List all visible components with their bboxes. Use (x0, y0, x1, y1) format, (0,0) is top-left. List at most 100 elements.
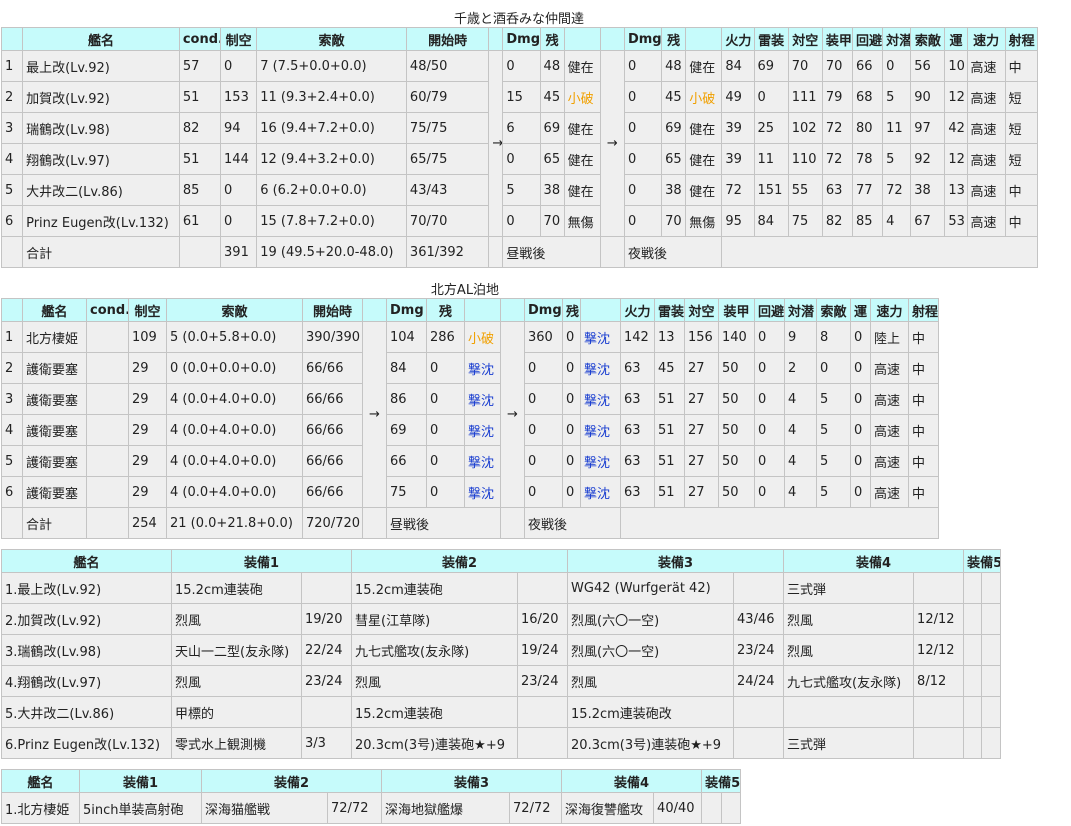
table-cell: 42 (944, 112, 968, 144)
table-cell: 0 (502, 205, 541, 237)
column-header: 火力 (620, 298, 655, 322)
table-cell: 4 (882, 205, 912, 237)
table-cell: 0 (623, 81, 663, 113)
table-cell: 烈風 (783, 634, 915, 666)
table-cell: 高速 (870, 352, 909, 384)
table-cell: 6.Prinz Eugen改(Lv.132) (1, 727, 172, 759)
table-cell (963, 634, 983, 666)
table-cell: 烈風 (351, 665, 519, 697)
table-cell: 50 (718, 383, 755, 415)
table-cell: 27 (684, 445, 719, 477)
column-header: 回避 (754, 298, 785, 322)
table-cell (981, 696, 1002, 728)
table-cell: 111 (787, 81, 823, 113)
table-cell: 38 (910, 174, 946, 206)
table-cell: 0 (562, 321, 581, 353)
column-header: 残 (661, 27, 687, 51)
table-cell: 烈風 (783, 603, 915, 635)
table-cell: 5inch単装高射砲 (79, 792, 202, 824)
table-cell: 144 (220, 143, 258, 175)
column-header: 制空 (128, 298, 167, 322)
table-cell: 66/66 (302, 383, 363, 415)
table-cell: 286 (426, 321, 465, 353)
table-cell: 5 (816, 383, 851, 415)
column-header: 速力 (966, 27, 1006, 51)
table-cell: 7 (7.5+0.0+0.0) (256, 50, 407, 82)
total-hp: 720/720 (302, 507, 363, 539)
table-row: 1 最上改(Lv.92) 57 0 7 (7.5+0.0+0.0) 48/50 → 0 48 健在… (0, 50, 1039, 237)
table-cell: 79 (821, 81, 853, 113)
column-header: 残 (539, 27, 565, 51)
status-cell: 健在 (685, 112, 723, 144)
status-cell: 撃沈 (464, 352, 501, 384)
table-cell: 69 (539, 112, 565, 144)
table-cell: 27 (684, 476, 719, 508)
table-cell (300, 696, 353, 728)
column-header: 運 (944, 27, 968, 51)
table-cell: 0 (754, 321, 785, 353)
table-cell: 1 (0, 50, 24, 82)
arrow-icon: → (500, 321, 525, 508)
table-cell: 15.2cm連装砲 (351, 696, 519, 728)
table-cell: 51 (178, 81, 222, 113)
table-row: 4 護衛要塞 29 4 (0.0+4.0+0.0) 66/66 69 0 撃沈 0 0 撃沈 63 51… (1, 414, 939, 446)
fleet1-caption: 千歳と酒呑みな仲間達 (453, 12, 584, 27)
table-cell: 高速 (966, 205, 1006, 237)
table-cell: 北方棲姫 (22, 321, 87, 353)
table-cell: 0 (426, 414, 465, 446)
table-cell: 高速 (966, 81, 1006, 113)
table-cell: 高速 (870, 445, 909, 477)
table-cell: 0 (524, 352, 563, 384)
table-cell: 4 (0.0+4.0+0.0) (166, 414, 303, 446)
table-cell: 65 (539, 143, 565, 175)
table-cell: 6 (0, 205, 24, 237)
table-cell: 九七式艦攻(友永隊) (351, 634, 519, 666)
table-cell: 69 (753, 50, 789, 82)
table-cell: 0 (562, 476, 581, 508)
table-cell: 中 (908, 352, 939, 384)
table-cell (517, 696, 569, 728)
column-header: 残 (426, 298, 465, 322)
table-cell: 63 (821, 174, 853, 206)
table-cell: 15.2cm連装砲改 (567, 696, 735, 728)
column-header: 雷装 (753, 27, 789, 51)
table-cell: 29 (128, 414, 167, 446)
table-cell: 0 (426, 383, 465, 415)
table-cell (963, 572, 983, 604)
table-row: 2 加賀改(Lv.92) 51 153 11 (9.3+2.4+0.0) 60/79 15 4… (0, 81, 1039, 113)
table-cell (362, 507, 387, 539)
table-cell: 1.北方棲姫 (1, 792, 80, 824)
table-cell: 4 (784, 445, 817, 477)
column-header: Dmg (386, 298, 427, 322)
table-cell: 12/12 (913, 634, 965, 666)
table-cell: 48 (661, 50, 687, 82)
status-cell: 撃沈 (464, 476, 501, 508)
column-header: 対空 (787, 27, 823, 51)
table-cell: WG42 (Wurfgerät 42) (567, 572, 735, 604)
table-cell: 加賀改(Lv.92) (22, 81, 180, 113)
table-row: 2 護衛要塞 29 0 (0.0+0.0+0.0) 66/66 84 0 撃沈 0 0 撃沈 63 45… (1, 352, 939, 384)
table-cell: 護衛要塞 (22, 476, 87, 508)
table-cell: 75 (787, 205, 823, 237)
table-cell: 23/24 (517, 665, 569, 697)
table-cell: 85 (851, 205, 884, 237)
table-cell: 66/66 (302, 445, 363, 477)
table-cell: Prinz Eugen改(Lv.132) (22, 205, 180, 237)
table-cell: 23/24 (300, 665, 353, 697)
table-cell (981, 727, 1002, 759)
table-cell: 50 (718, 445, 755, 477)
column-header (0, 27, 24, 51)
table-cell: 5 (502, 174, 541, 206)
table-cell: 68 (851, 81, 884, 113)
column-header (362, 298, 387, 322)
table-cell: 0 (623, 143, 663, 175)
column-header: 装備2 (351, 549, 569, 573)
column-header: 艦名 (22, 27, 180, 51)
table-cell (733, 572, 785, 604)
table-cell: 53 (944, 205, 968, 237)
table-cell (86, 507, 129, 539)
table-cell (783, 696, 915, 728)
table-cell (963, 665, 983, 697)
table-cell: 高速 (966, 174, 1006, 206)
table-cell: 大井改二(Lv.86) (22, 174, 180, 206)
